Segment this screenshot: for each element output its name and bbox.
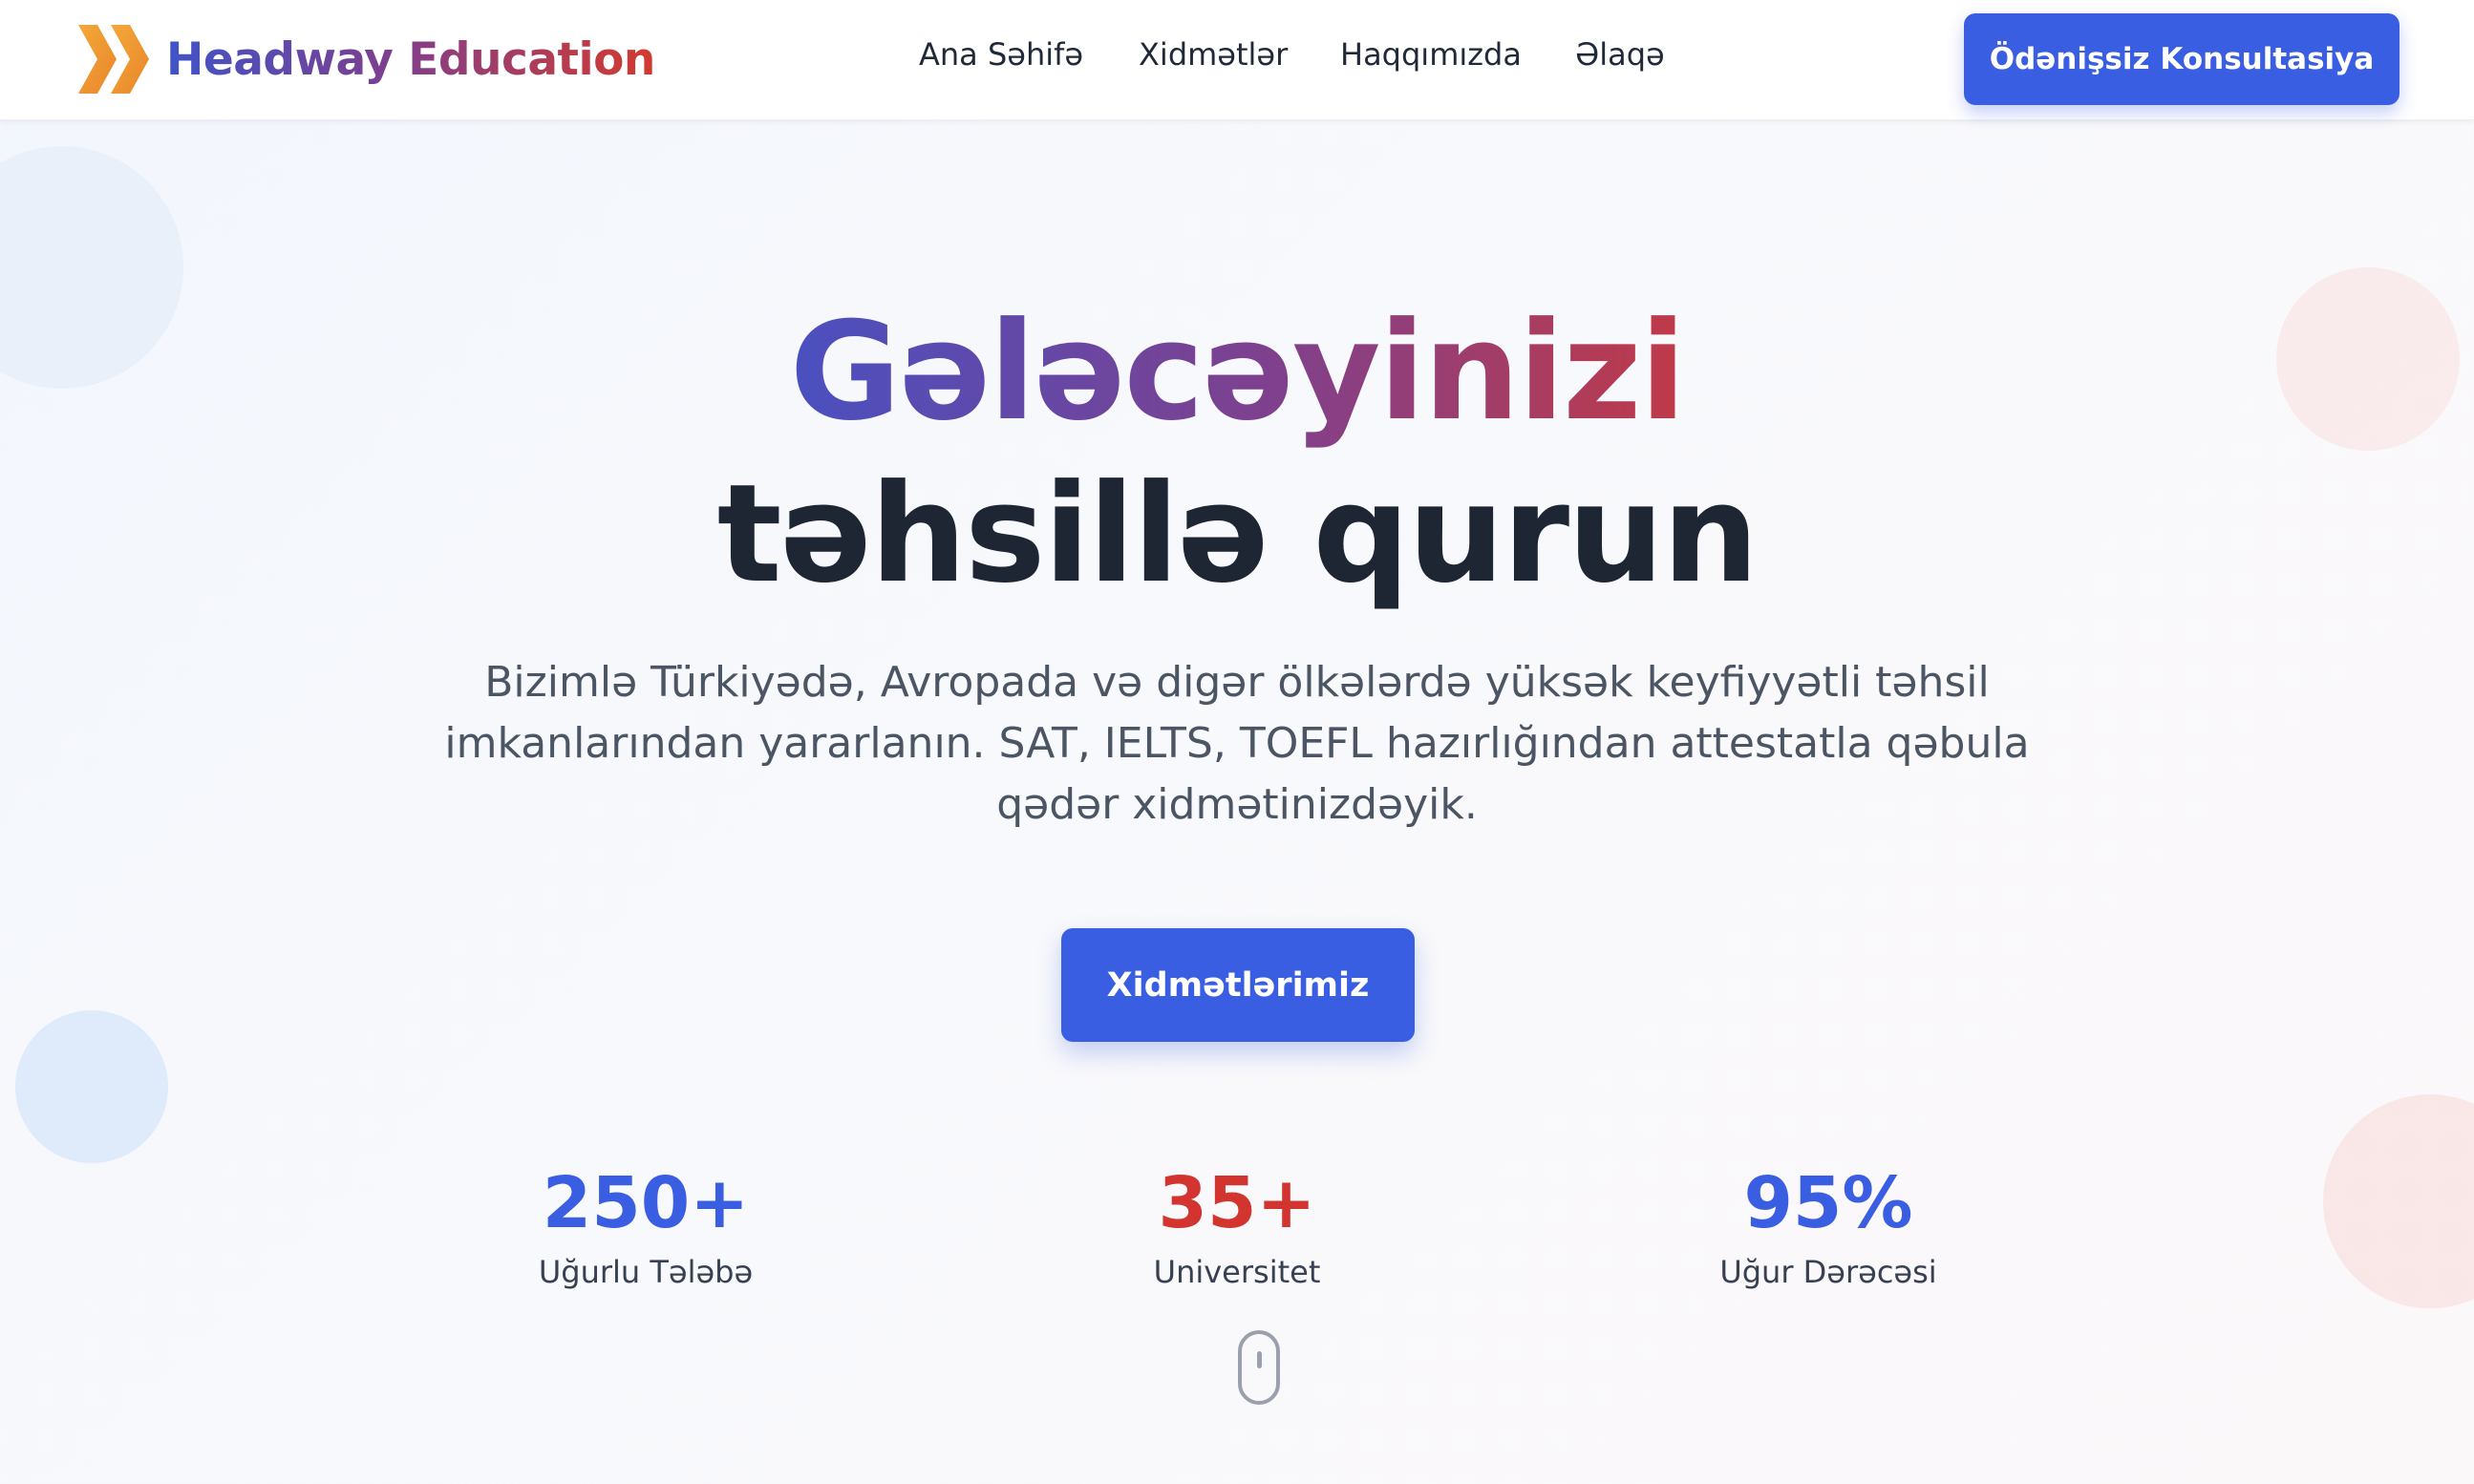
stat-students: 250+ Uğurlu Tələbə: [407, 1157, 885, 1293]
hero-title-line2: təhsillə qurun: [716, 456, 1760, 613]
hero-subtitle: Bizimlə Türkiyədə, Avropada və digər ölk…: [444, 658, 2030, 829]
nav-link-about[interactable]: Haqqımızda: [1340, 36, 1522, 73]
hero-title-line1: Gələcəyinizi: [0, 291, 2474, 454]
services-button[interactable]: Xidmətlərimiz: [1061, 928, 1415, 1042]
mouse-scroll-icon[interactable]: [1238, 1330, 1280, 1405]
stat-value: 95%: [1743, 1162, 1913, 1244]
hero-title-gradient-text: Gələcəyinizi: [789, 293, 1687, 451]
free-consultation-button[interactable]: Ödənişsiz Konsultasiya: [1964, 13, 2399, 105]
stat-success-rate: 95% Uğur Dərəcəsi: [1589, 1157, 2067, 1293]
nav-link-services[interactable]: Xidmətlər: [1139, 36, 1288, 73]
logo[interactable]: Headway Education: [76, 23, 655, 95]
stat-value: 35+: [1158, 1162, 1316, 1244]
decorative-circle: [15, 1010, 168, 1163]
hero-title: Gələcəyinizi təhsillə qurun: [0, 291, 2474, 616]
site-header: Headway Education Ana Səhifə Xidmətlər H…: [0, 0, 2474, 120]
nav-link-contact[interactable]: Əlaqə: [1575, 36, 1665, 73]
decorative-circle: [2323, 1094, 2474, 1308]
scroll-wheel: [1257, 1351, 1262, 1368]
stat-universities: 35+ Universitet: [998, 1157, 1476, 1293]
double-chevron-icon: [78, 25, 149, 94]
stat-label: Uğur Dərəcəsi: [1719, 1254, 1937, 1290]
nav-link-home[interactable]: Ana Səhifə: [919, 36, 1083, 73]
stat-label: Universitet: [1153, 1254, 1321, 1290]
logo-text: Headway Education: [166, 32, 655, 86]
stat-value: 250+: [542, 1162, 750, 1244]
stat-label: Uğurlu Tələbə: [538, 1254, 754, 1290]
